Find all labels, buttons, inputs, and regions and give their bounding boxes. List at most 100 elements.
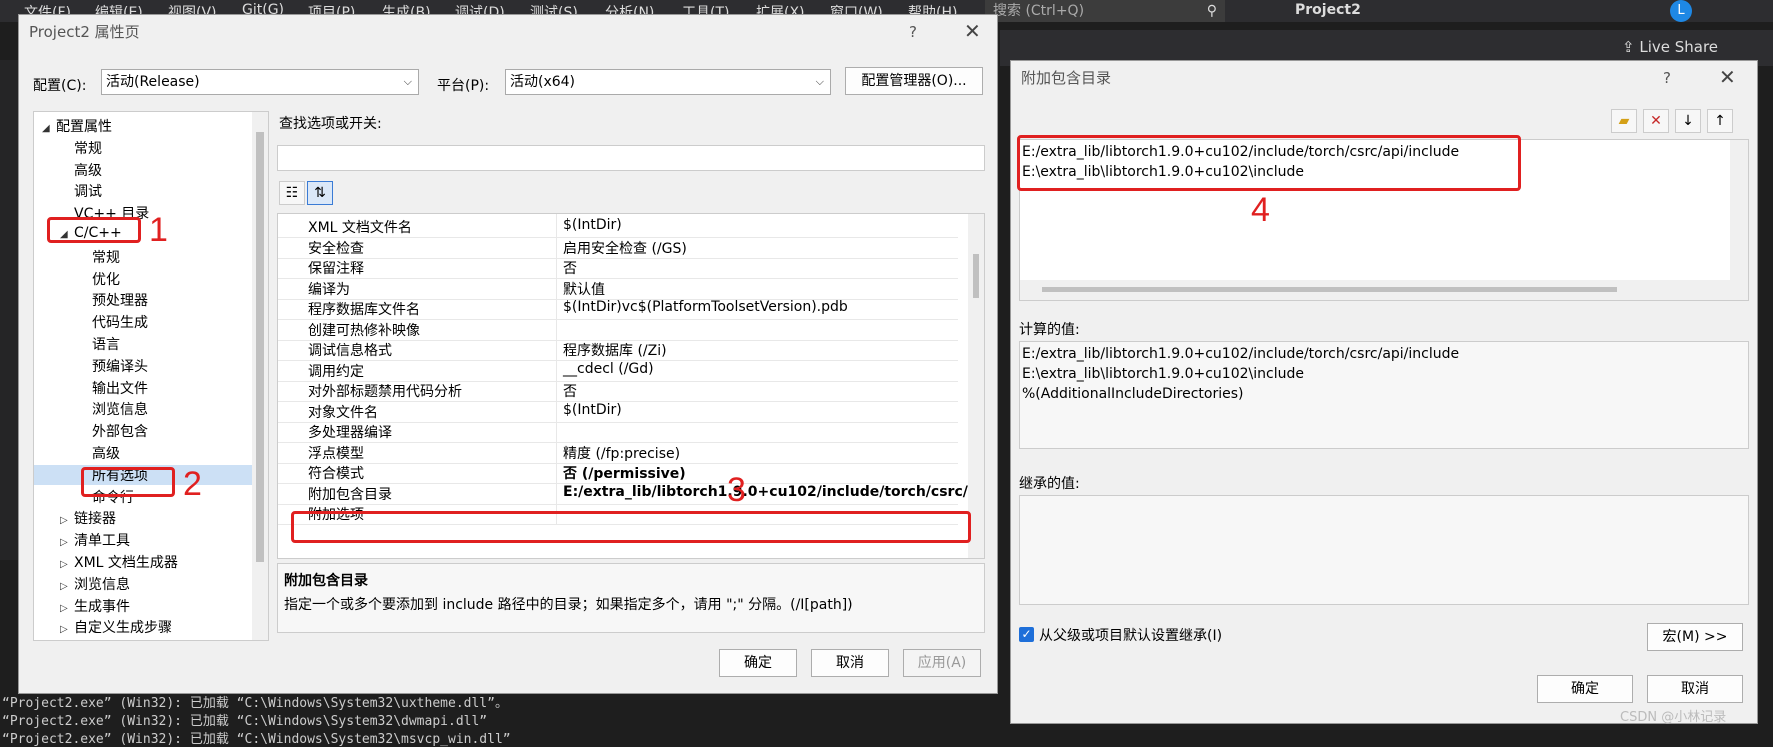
tree-item[interactable]: 预处理器 bbox=[78, 290, 148, 310]
tree-item[interactable]: 优化 bbox=[78, 269, 120, 289]
property-value[interactable]: $(IntDir)vc$(PlatformToolsetVersion).pdb bbox=[563, 299, 848, 315]
platform-select[interactable]: 活动(x64) ⌵ bbox=[505, 69, 831, 95]
grid-scroll-thumb[interactable] bbox=[973, 254, 979, 298]
tree-item[interactable]: ▷ 生成事件 bbox=[60, 596, 130, 616]
tree-item[interactable]: 语言 bbox=[78, 334, 120, 354]
share-icon: ⇪ bbox=[1622, 38, 1640, 56]
tree-item[interactable]: 高级 bbox=[60, 160, 102, 180]
tree-item[interactable]: 预编译头 bbox=[78, 356, 148, 376]
property-value[interactable]: E:/extra_lib/libtorch1.9.0+cu102/include… bbox=[563, 484, 977, 500]
ok-button[interactable]: 确定 bbox=[719, 649, 797, 677]
config-select[interactable]: 活动(Release) ⌵ bbox=[101, 69, 419, 95]
tree-item[interactable]: 高级 bbox=[78, 443, 120, 463]
help-button[interactable]: ? bbox=[909, 23, 917, 41]
vs-left-strip bbox=[0, 60, 18, 560]
live-share-button[interactable]: ⇪ Live Share bbox=[1622, 38, 1718, 56]
tree-item-label: 浏览信息 bbox=[74, 576, 130, 593]
tree-item[interactable]: ▷ XML 文档生成器 bbox=[60, 552, 178, 572]
inherit-checkbox[interactable]: ✓ bbox=[1019, 627, 1034, 642]
tree-item-label: 预编译头 bbox=[92, 358, 148, 375]
annotation-number-1: 1 bbox=[149, 211, 168, 249]
expand-icon[interactable]: ▷ bbox=[60, 624, 74, 635]
expand-icon[interactable]: ▷ bbox=[60, 603, 74, 614]
move-up-icon[interactable]: ↑ bbox=[1707, 109, 1733, 133]
inherit-checkbox-label[interactable]: 从父级或项目默认设置继承(I) bbox=[1039, 625, 1222, 645]
tree-item[interactable]: ▷ 链接器 bbox=[60, 508, 116, 528]
editor-hscroll-thumb[interactable] bbox=[1042, 287, 1617, 292]
annotation-number-2: 2 bbox=[183, 465, 202, 503]
annotation-number-3: 3 bbox=[727, 471, 746, 509]
tree-item-label: 调试 bbox=[74, 184, 102, 201]
tree-item[interactable]: ◢ 配置属性 bbox=[42, 116, 112, 136]
tree-item[interactable]: ▷ 浏览信息 bbox=[60, 574, 130, 594]
tree-item-label: 输出文件 bbox=[92, 380, 148, 397]
tree-scrollbar[interactable] bbox=[252, 112, 268, 640]
config-manager-button[interactable]: 配置管理器(O)... bbox=[845, 67, 983, 95]
help-button[interactable]: ? bbox=[1663, 69, 1671, 87]
output-line: “Project2.exe” (Win32): 已加载 “C:\Windows\… bbox=[2, 714, 488, 729]
tree-item-label: 高级 bbox=[74, 162, 102, 179]
editor-hscrollbar[interactable] bbox=[1020, 280, 1748, 300]
tree-item[interactable]: 输出文件 bbox=[78, 378, 148, 398]
dialog-title: Project2 属性页 bbox=[29, 23, 140, 41]
expand-icon[interactable]: ▷ bbox=[60, 559, 74, 570]
avatar[interactable]: L bbox=[1670, 0, 1692, 22]
computed-line: %(AdditionalIncludeDirectories) bbox=[1022, 386, 1244, 402]
editor-vscrollbar[interactable] bbox=[1730, 140, 1748, 280]
tree-item-label: 高级 bbox=[92, 446, 120, 462]
tree-item-label: 浏览信息 bbox=[92, 402, 148, 419]
sort-alpha-icon[interactable]: ⇅ bbox=[307, 181, 333, 205]
move-down-icon[interactable]: ↓ bbox=[1675, 109, 1701, 133]
tree-item-label: 常规 bbox=[92, 249, 120, 266]
expand-icon[interactable]: ▷ bbox=[60, 515, 74, 526]
chevron-down-icon: ⌵ bbox=[815, 75, 824, 88]
property-value[interactable]: $(IntDir) bbox=[563, 217, 622, 233]
tree-item[interactable]: ▷ 自定义生成步骤 bbox=[60, 617, 172, 637]
close-button[interactable]: ✕ bbox=[964, 19, 981, 43]
property-value[interactable]: __cdecl (/Gd) bbox=[563, 361, 654, 377]
description-panel: 附加包含目录 指定一个或多个要添加到 include 路径中的目录；如果指定多个… bbox=[277, 563, 985, 633]
cancel-button[interactable]: 取消 bbox=[1647, 675, 1743, 703]
platform-value: 活动(x64) bbox=[510, 74, 576, 90]
property-value[interactable]: $(IntDir) bbox=[563, 402, 622, 418]
tree-item-label: 预处理器 bbox=[92, 293, 148, 310]
grid-scrollbar[interactable] bbox=[968, 214, 984, 558]
expand-icon[interactable]: ▷ bbox=[60, 581, 74, 592]
apply-button[interactable]: 应用(A) bbox=[903, 649, 981, 677]
computed-values: E:/extra_lib/libtorch1.9.0+cu102/include… bbox=[1019, 341, 1749, 449]
include-dirs-dialog: 附加包含目录 ? ✕ ▰ ✕ ↓ ↑ E:/extra_lib/libtorch… bbox=[1010, 60, 1758, 724]
macro-button[interactable]: 宏(M) >> bbox=[1647, 623, 1743, 651]
annotation-box-3 bbox=[291, 511, 971, 543]
tree-item[interactable]: 代码生成 bbox=[78, 312, 148, 332]
annotation-box-4 bbox=[1017, 135, 1521, 191]
tree-item[interactable]: 常规 bbox=[78, 247, 120, 267]
computed-line: E:\extra_lib\libtorch1.9.0+cu102\include bbox=[1022, 366, 1304, 382]
delete-icon[interactable]: ✕ bbox=[1643, 109, 1669, 133]
vs-search-input[interactable]: 搜索 (Ctrl+Q) ⚲ bbox=[985, 0, 1225, 22]
new-folder-icon[interactable]: ▰ bbox=[1611, 109, 1637, 133]
config-label: 配置(C): bbox=[33, 78, 87, 94]
tree-item-label: 优化 bbox=[92, 271, 120, 288]
tree-item[interactable]: ▷ 清单工具 bbox=[60, 530, 130, 550]
dialog-title: 附加包含目录 bbox=[1021, 69, 1112, 87]
cancel-button[interactable]: 取消 bbox=[811, 649, 889, 677]
config-value: 活动(Release) bbox=[106, 74, 200, 90]
tree-item-label: 语言 bbox=[92, 337, 120, 353]
config-tree: ◢ 配置属性 常规 高级 调试 VC++ 目录 ◢ C/C++ 常规 优化 预处理器 代码生成 语言 预编… bbox=[33, 111, 269, 641]
expand-icon[interactable]: ▷ bbox=[60, 537, 74, 548]
tree-item[interactable]: 调试 bbox=[60, 181, 102, 201]
category-view-icon[interactable]: ☷ bbox=[279, 181, 305, 205]
tree-item[interactable]: 浏览信息 bbox=[78, 399, 148, 419]
tree-scroll-thumb[interactable] bbox=[256, 132, 264, 562]
tree-item[interactable]: 外部包含 bbox=[78, 421, 148, 441]
output-line: “Project2.exe” (Win32): 已加载 “C:\Windows\… bbox=[2, 696, 508, 711]
platform-label: 平台(P): bbox=[437, 78, 490, 94]
ok-button[interactable]: 确定 bbox=[1537, 675, 1633, 703]
option-search-input[interactable] bbox=[277, 145, 985, 171]
tree-item[interactable]: 常规 bbox=[60, 138, 102, 158]
close-button[interactable]: ✕ bbox=[1719, 65, 1736, 89]
property-grid: XML 文档文件名 $(IntDir) 安全检查 启用安全检查 (/GS) 保留注释否编… bbox=[277, 213, 985, 559]
tree-item-label: XML 文档生成器 bbox=[74, 555, 178, 571]
tree-item-label: 清单工具 bbox=[74, 533, 130, 550]
collapse-icon[interactable]: ◢ bbox=[42, 123, 56, 134]
